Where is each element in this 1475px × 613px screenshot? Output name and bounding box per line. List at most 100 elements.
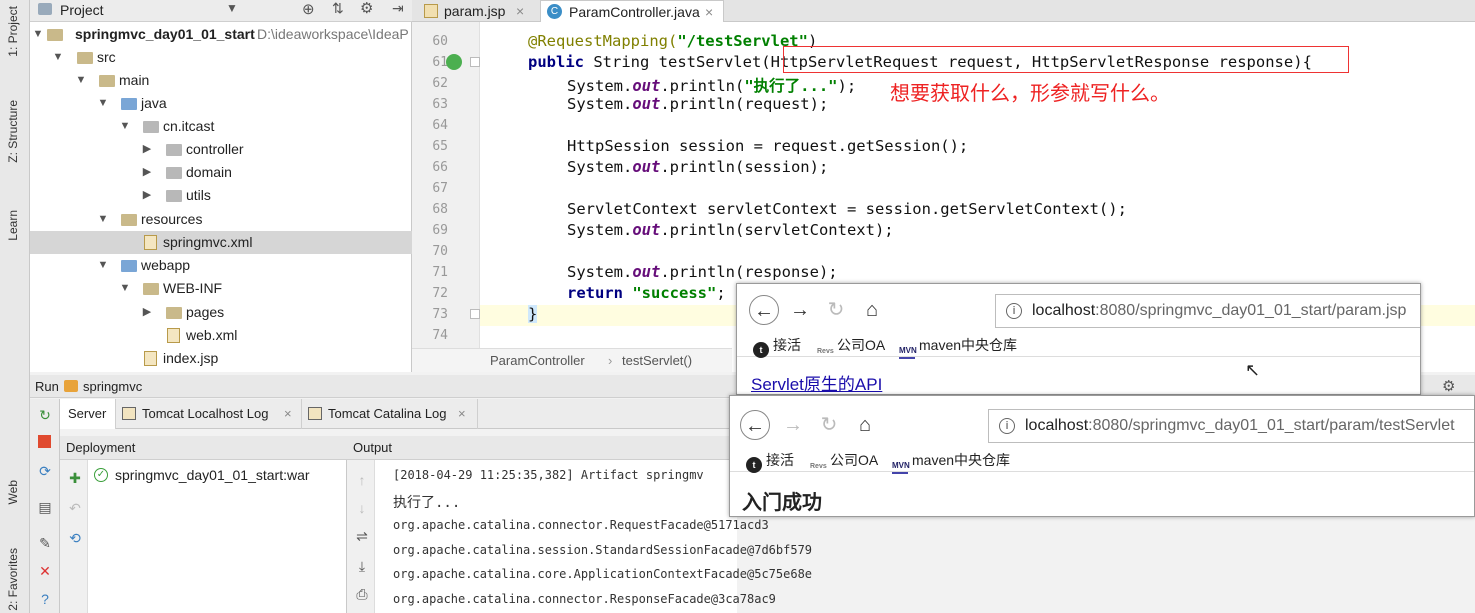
chevron-right-icon[interactable]: ▶ <box>141 138 153 161</box>
pin-icon[interactable]: ✎ <box>37 535 53 551</box>
bookmark-item[interactable]: MVN maven中央仓库 <box>899 335 1017 359</box>
resources-folder-icon <box>121 214 137 226</box>
tree-item-index-jsp[interactable]: index.jsp <box>30 347 412 370</box>
project-view-selector[interactable]: Project <box>60 2 104 18</box>
favorites-tool-tab[interactable]: 2: Favorites <box>6 548 20 611</box>
back-button[interactable]: ← <box>740 410 770 440</box>
update-icon[interactable]: ⟳ <box>37 463 53 479</box>
stop-icon[interactable] <box>38 435 51 448</box>
layout-icon[interactable]: ▤ <box>37 499 53 515</box>
redeploy-icon[interactable]: ⟲ <box>67 530 83 546</box>
output-line: org.apache.catalina.connector.ResponseFa… <box>393 592 776 606</box>
arrow-down-icon[interactable]: ↓ <box>354 500 370 516</box>
info-icon[interactable]: i <box>1006 303 1022 319</box>
bookmark-item[interactable]: t 接活 <box>753 335 801 358</box>
tree-item-controller[interactable]: ▶ controller <box>30 138 412 161</box>
address-bar[interactable]: i localhost:8080/springmvc_day01_01_star… <box>995 294 1420 328</box>
tree-item-label: src <box>97 49 116 65</box>
tab-server[interactable]: Server <box>60 399 116 429</box>
arrow-up-icon[interactable]: ↑ <box>354 472 370 488</box>
collapse-icon[interactable]: ⇅ <box>332 0 344 17</box>
bookmark-item[interactable]: Revs 公司OA <box>817 335 885 360</box>
reload-button[interactable]: ↻ <box>821 295 851 325</box>
hide-icon[interactable]: ⇥ <box>392 0 404 17</box>
fold-marker-icon[interactable] <box>470 309 480 319</box>
breadcrumb-class[interactable]: ParamController <box>490 349 585 373</box>
tree-item-java[interactable]: ▼ java <box>30 92 412 115</box>
gear-icon[interactable]: ⚙ <box>360 0 373 17</box>
bookmark-item[interactable]: MVN maven中央仓库 <box>892 450 1010 474</box>
structure-tool-tab[interactable]: Z: Structure <box>6 100 20 163</box>
chevron-down-icon[interactable]: ▼ <box>97 208 109 231</box>
tree-item-project-root[interactable]: ▼ springmvc_day01_01_start D:\ideaworksp… <box>30 23 412 46</box>
scroll-to-end-icon[interactable]: ⤓ <box>354 558 370 574</box>
chevron-down-icon[interactable]: ▼ <box>119 115 131 138</box>
web-tool-tab[interactable]: Web <box>6 480 20 504</box>
tab-paramcontroller-java[interactable]: C ParamController.java × <box>540 0 724 22</box>
folder-icon <box>77 52 93 64</box>
close-icon[interactable]: × <box>705 1 713 23</box>
forward-button[interactable]: → <box>785 295 815 325</box>
help-icon[interactable]: ? <box>37 591 53 607</box>
close-icon[interactable]: × <box>284 399 292 429</box>
output-console[interactable]: ↑ ↓ ⇌ ⤓ ⎙ [2018-04-29 11:25:35,382] Arti… <box>347 460 812 613</box>
tab-param-jsp[interactable]: param.jsp × <box>416 0 536 22</box>
tree-item-web-xml[interactable]: web.xml <box>30 324 412 347</box>
tree-item-label: cn.itcast <box>163 118 215 134</box>
tree-item-cn-itcast[interactable]: ▼ cn.itcast <box>30 115 412 138</box>
deploy-icon[interactable]: ✚ <box>67 470 83 486</box>
tree-item-resources[interactable]: ▼ resources <box>30 208 412 231</box>
close-icon[interactable]: × <box>516 0 524 22</box>
line-number: 68 <box>432 202 448 217</box>
chevron-right-icon[interactable]: ▶ <box>141 184 153 207</box>
tree-item-utils[interactable]: ▶ utils <box>30 184 412 207</box>
address-bar[interactable]: i localhost:8080/springmvc_day01_01_star… <box>988 409 1474 443</box>
home-button[interactable]: ⌂ <box>850 410 880 440</box>
close-icon[interactable]: ✕ <box>37 563 53 579</box>
tree-item-springmvc-xml[interactable]: springmvc.xml <box>30 231 412 254</box>
spring-bean-icon[interactable] <box>446 54 462 70</box>
forward-button[interactable]: → <box>778 410 808 440</box>
chevron-down-icon[interactable]: ▼ <box>97 254 109 277</box>
chevron-down-icon[interactable]: ▼ <box>32 23 44 46</box>
tree-item-webapp[interactable]: ▼ webapp <box>30 254 412 277</box>
chevron-down-icon[interactable]: ▼ <box>119 277 131 300</box>
bookmark-item[interactable]: Revs 公司OA <box>810 450 878 475</box>
chevron-down-icon[interactable]: ▼ <box>75 69 87 92</box>
servlet-api-link[interactable]: Servlet原生的API <box>751 370 882 394</box>
tree-item-domain[interactable]: ▶ domain <box>30 161 412 184</box>
tree-item-web-inf[interactable]: ▼ WEB-INF <box>30 277 412 300</box>
print-icon[interactable]: ⎙ <box>354 586 370 602</box>
home-button[interactable]: ⌂ <box>857 295 887 325</box>
chevron-down-icon[interactable]: ▼ <box>97 92 109 115</box>
package-icon <box>166 144 182 156</box>
tree-item-main[interactable]: ▼ main <box>30 69 412 92</box>
chevron-right-icon[interactable]: ▶ <box>141 301 153 324</box>
close-icon[interactable]: × <box>458 399 466 429</box>
chevron-down-icon[interactable]: ▼ <box>52 46 64 69</box>
highlight-box <box>783 46 1349 73</box>
deployment-item[interactable]: springmvc_day01_01_start:war <box>115 467 310 483</box>
target-icon[interactable]: ⊕ <box>302 0 315 18</box>
back-button[interactable]: ← <box>749 295 779 325</box>
bookmark-item[interactable]: t 接活 <box>746 450 794 473</box>
tab-tomcat-localhost-log[interactable]: Tomcat Localhost Log × <box>116 399 302 429</box>
chevron-down-icon[interactable]: ▼ <box>226 1 238 15</box>
reload-button[interactable]: ↻ <box>814 410 844 440</box>
chevron-right-icon[interactable]: ▶ <box>141 161 153 184</box>
undeploy-icon[interactable]: ↶ <box>67 500 83 516</box>
tree-item-pages[interactable]: ▶ pages <box>30 301 412 324</box>
project-panel-header: Project ▼ ⊕ ⇅ ⚙ ⇥ <box>30 0 412 22</box>
rerun-icon[interactable]: ↻ <box>37 407 53 423</box>
tree-item-label: index.jsp <box>163 350 219 366</box>
info-icon[interactable]: i <box>999 418 1015 434</box>
project-tool-tab[interactable]: 1: Project <box>6 6 20 57</box>
tree-item-label: web.xml <box>186 327 238 343</box>
tree-item-src[interactable]: ▼ src <box>30 46 412 69</box>
soft-wrap-icon[interactable]: ⇌ <box>354 528 370 544</box>
breadcrumb-method[interactable]: testServlet() <box>622 349 692 373</box>
learn-tool-tab[interactable]: Learn <box>6 210 20 241</box>
line-number: 72 <box>432 286 448 301</box>
fold-marker-icon[interactable] <box>470 57 480 67</box>
tab-tomcat-catalina-log[interactable]: Tomcat Catalina Log × <box>302 399 478 429</box>
